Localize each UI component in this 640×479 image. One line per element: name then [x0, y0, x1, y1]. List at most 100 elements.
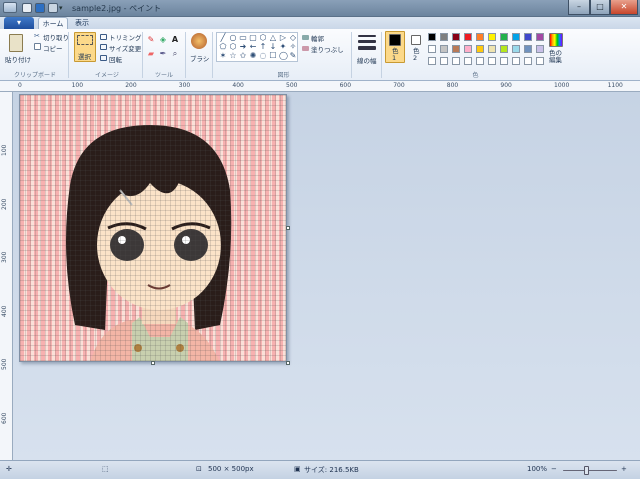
line-width-icon[interactable] [358, 35, 376, 37]
palette-swatch[interactable] [488, 33, 496, 41]
palette-swatch[interactable] [452, 45, 460, 53]
shape-option[interactable]: ← [249, 43, 257, 51]
tab-view[interactable]: 表示 [72, 17, 92, 29]
shape-option[interactable]: ↓ [269, 43, 277, 51]
shape-option[interactable]: ⬡ [229, 43, 237, 51]
line-width-label[interactable]: 線の幅 [357, 55, 377, 65]
palette-swatch[interactable] [476, 45, 484, 53]
palette-swatch[interactable] [428, 33, 436, 41]
palette-swatch[interactable] [464, 57, 472, 65]
app-icon[interactable] [3, 2, 17, 13]
zoom-out-button[interactable]: − [551, 465, 557, 473]
palette-swatch[interactable] [524, 57, 532, 65]
palette-swatch[interactable] [440, 33, 448, 41]
shape-option[interactable]: ╱ [219, 34, 227, 42]
shape-option[interactable]: ○ [229, 34, 237, 42]
palette-swatch[interactable] [524, 33, 532, 41]
shape-option[interactable]: ▢ [249, 34, 257, 42]
outline-icon[interactable] [302, 35, 309, 40]
shape-option[interactable]: ◯ [279, 52, 288, 60]
minimize-button[interactable]: – [568, 0, 590, 15]
shape-option[interactable]: ◇ [289, 34, 297, 42]
shape-option[interactable]: ✎ [289, 52, 297, 60]
paste-icon[interactable] [9, 34, 23, 52]
edit-colors-icon[interactable] [549, 33, 563, 47]
close-button[interactable]: ✕ [610, 0, 638, 15]
palette-swatch[interactable] [476, 33, 484, 41]
outline-button[interactable]: 輪郭 [311, 33, 324, 43]
pencil-icon[interactable]: ✎ [147, 36, 155, 44]
palette-swatch[interactable] [488, 57, 496, 65]
palette-swatch[interactable] [512, 57, 520, 65]
tab-home[interactable]: ホーム [38, 17, 68, 29]
brush-icon[interactable] [191, 33, 207, 49]
palette-swatch[interactable] [536, 57, 544, 65]
shape-option[interactable]: ✩ [239, 52, 247, 60]
palette-swatch[interactable] [452, 33, 460, 41]
palette-swatch[interactable] [464, 45, 472, 53]
edit-colors-label[interactable]: 色の 編集 [549, 50, 562, 64]
fill-icon[interactable]: ◈ [159, 36, 167, 44]
resize-handle[interactable] [286, 226, 290, 230]
color2-swatch[interactable] [411, 35, 421, 45]
shapes-gallery[interactable]: ╱ ○ ▭ ▢ ⬡ △ ▷ ◇ ⬠ ⬡ ➜ ← ↑ ↓ ✦ ✧ ✶ ☆ ✩ ✺ ◌ ☐ ◯ ✎ [216, 32, 298, 62]
save-icon[interactable] [22, 3, 32, 13]
shape-option[interactable]: △ [269, 34, 277, 42]
shape-option[interactable]: ✦ [279, 43, 287, 51]
shape-option[interactable]: ✶ [219, 52, 227, 60]
palette-swatch[interactable] [524, 45, 532, 53]
resize-icon[interactable] [100, 44, 107, 50]
copy-button[interactable]: コピー [43, 43, 63, 53]
copy-icon[interactable] [34, 43, 41, 50]
palette-swatch[interactable] [512, 45, 520, 53]
shape-option[interactable]: ☐ [269, 52, 277, 60]
palette-swatch[interactable] [428, 45, 436, 53]
palette-swatch[interactable] [536, 33, 544, 41]
paste-label[interactable]: 貼り付け [5, 54, 31, 64]
fill-button[interactable]: 塗りつぶし [311, 44, 344, 54]
crop-icon[interactable] [100, 34, 107, 40]
maximize-button[interactable]: □ [590, 0, 610, 15]
rotate-button[interactable]: 回転 [109, 54, 122, 64]
image-canvas[interactable] [19, 94, 287, 362]
brush-label[interactable]: ブラシ [190, 53, 209, 63]
palette-swatch[interactable] [500, 33, 508, 41]
file-menu-button[interactable]: ▾ [4, 17, 34, 29]
redo-icon[interactable] [48, 3, 58, 13]
palette-swatch[interactable] [476, 57, 484, 65]
rotate-icon[interactable] [100, 55, 107, 61]
magnifier-icon[interactable]: ⌕ [171, 50, 179, 58]
palette-swatch[interactable] [512, 33, 520, 41]
shape-option[interactable]: ➜ [239, 43, 247, 51]
shape-option[interactable]: ▷ [279, 34, 287, 42]
shape-option[interactable]: ▭ [239, 34, 247, 42]
color-picker-icon[interactable]: ✒ [159, 50, 167, 58]
fill-shape-icon[interactable] [302, 46, 309, 51]
qat-dropdown-icon[interactable]: ▾ [59, 3, 65, 13]
resize-handle[interactable] [151, 361, 155, 365]
resize-handle[interactable] [286, 361, 290, 365]
palette-swatch[interactable] [464, 33, 472, 41]
zoom-slider-thumb[interactable] [584, 466, 589, 475]
shape-option[interactable]: ⬠ [219, 43, 227, 51]
zoom-slider[interactable] [563, 470, 617, 471]
shape-option[interactable]: ☆ [229, 52, 237, 60]
palette-swatch[interactable] [488, 45, 496, 53]
text-icon[interactable]: A [171, 36, 179, 44]
crop-button[interactable]: トリミング [109, 32, 142, 42]
resize-button[interactable]: サイズ変更 [109, 43, 141, 53]
shape-option[interactable]: ⬡ [259, 34, 267, 42]
zoom-in-button[interactable]: + [621, 465, 627, 473]
cut-button[interactable]: 切り取り [43, 32, 69, 42]
palette-swatch[interactable] [428, 57, 436, 65]
palette-swatch[interactable] [440, 57, 448, 65]
color2-label[interactable]: 色 2 [413, 48, 420, 62]
undo-icon[interactable] [35, 3, 45, 13]
shape-option[interactable]: ◌ [259, 52, 267, 60]
palette-swatch[interactable] [440, 45, 448, 53]
palette-swatch[interactable] [500, 45, 508, 53]
palette-swatch[interactable] [452, 57, 460, 65]
shape-option[interactable]: ↑ [259, 43, 267, 51]
shape-option[interactable]: ✧ [289, 43, 297, 51]
scissors-icon[interactable]: ✂ [34, 33, 41, 40]
